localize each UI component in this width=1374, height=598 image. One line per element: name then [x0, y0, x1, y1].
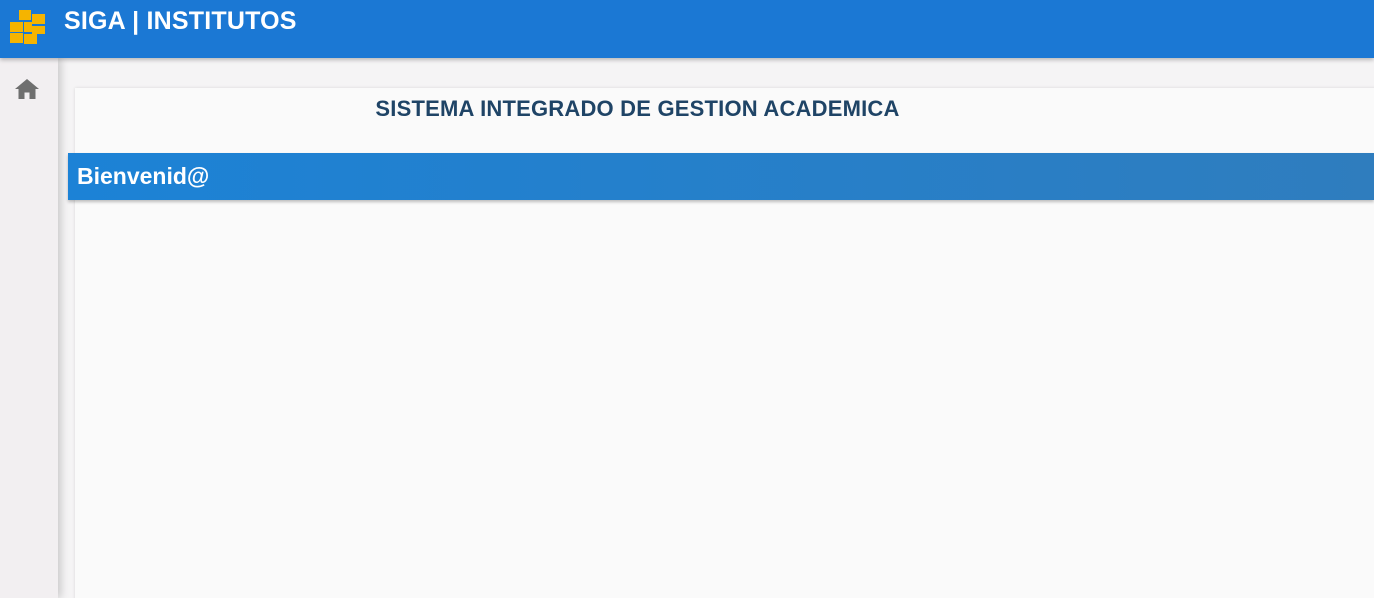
sidebar: [0, 58, 58, 598]
app-title: SIGA | INSTITUTOS: [64, 7, 297, 35]
page-title: SISTEMA INTEGRADO DE GESTION ACADEMICA: [375, 96, 900, 121]
top-app-bar: SIGA | INSTITUTOS: [0, 0, 1374, 58]
home-icon: [13, 76, 41, 102]
welcome-text: Bienvenid@: [77, 163, 210, 189]
main-content: SISTEMA INTEGRADO DE GESTION ACADEMICA: [58, 58, 1374, 598]
welcome-banner: Bienvenid@: [68, 153, 1374, 200]
siga-logo-icon[interactable]: [10, 10, 46, 44]
sidebar-item-home[interactable]: [13, 76, 41, 102]
